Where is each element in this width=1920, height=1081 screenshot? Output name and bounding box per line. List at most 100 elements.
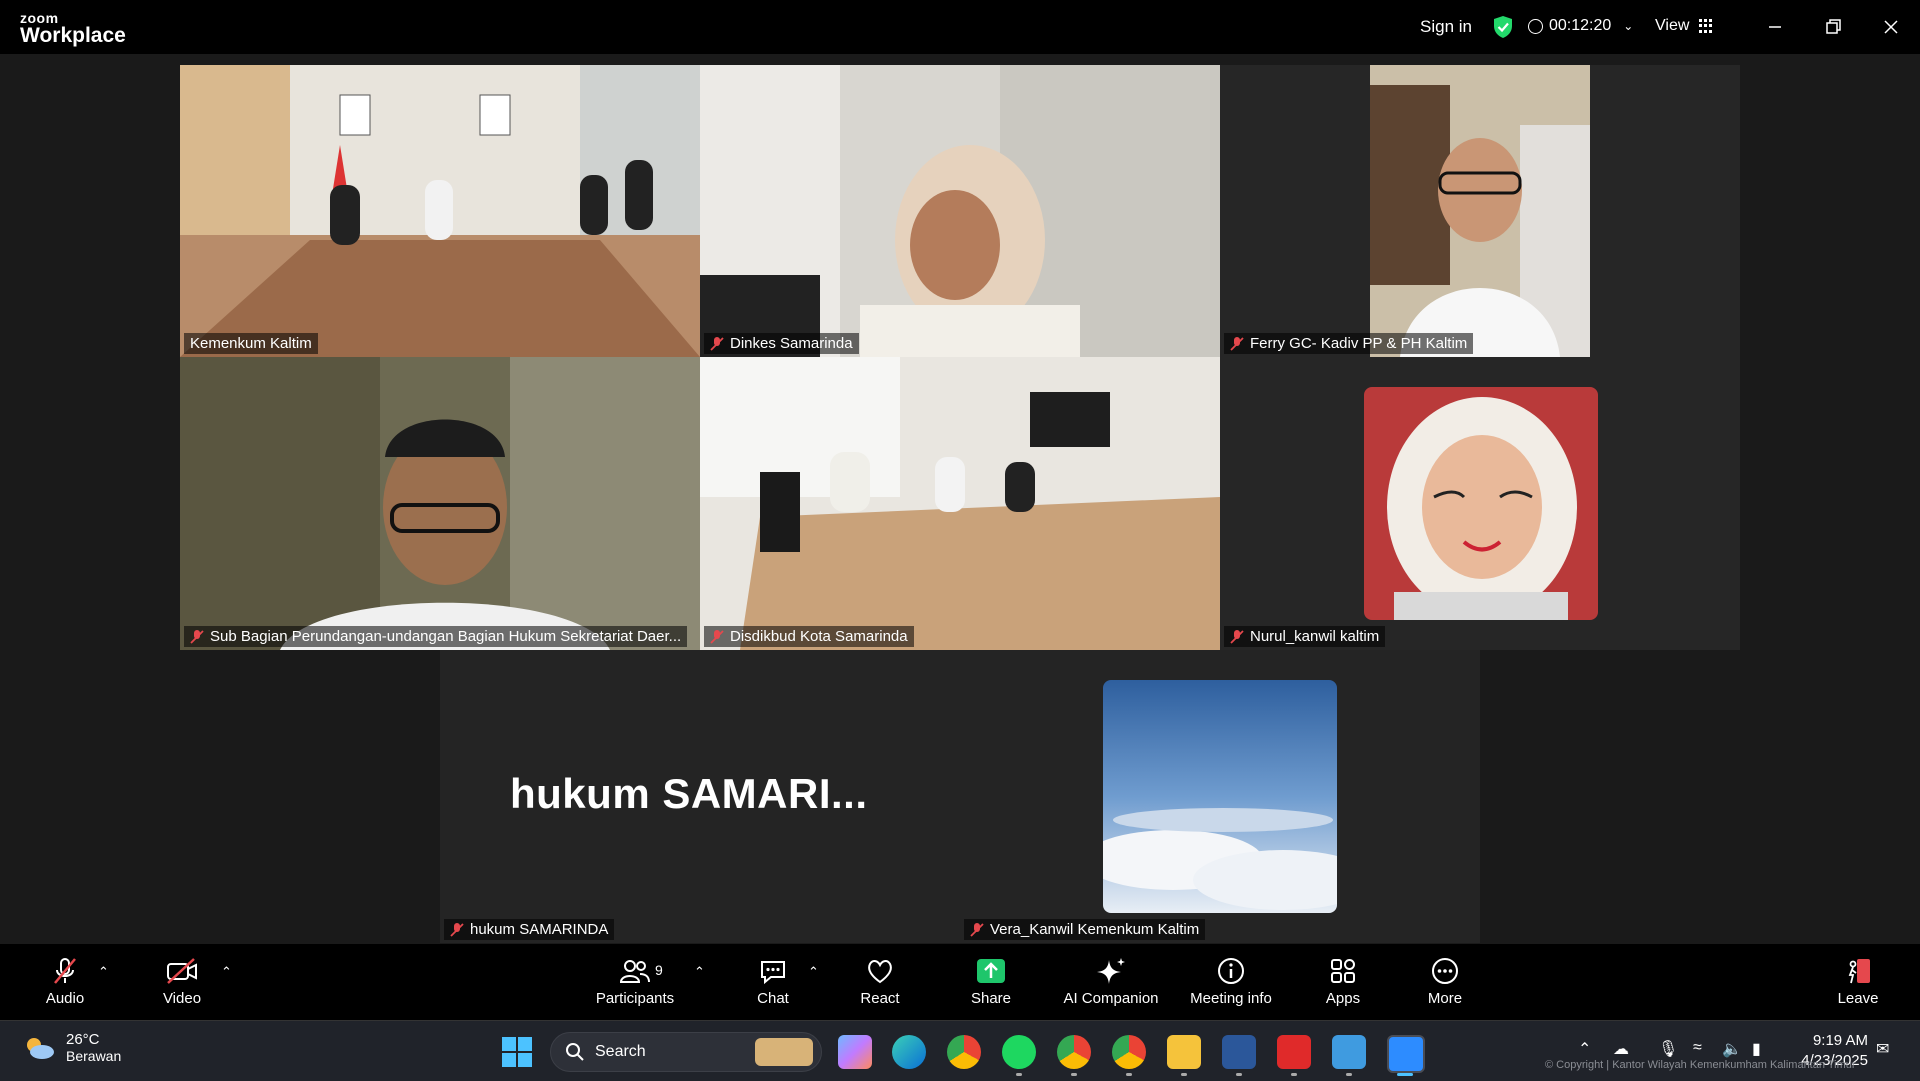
pdf-reader-icon[interactable] (1277, 1035, 1311, 1069)
volume-muted-icon[interactable]: 🔈 (1722, 1039, 1742, 1059)
sign-in-link[interactable]: Sign in (1420, 17, 1472, 37)
video-button[interactable]: Video (155, 944, 209, 1020)
edge-browser-icon[interactable] (892, 1035, 926, 1069)
participant-name-label: Vera_Kanwil Kemenkum Kaltim (964, 919, 1206, 940)
cloud-sun-icon (27, 1037, 54, 1059)
running-indicator (1016, 1073, 1022, 1076)
clock-time: 9:19 AM (1812, 1032, 1868, 1049)
apps-icon (1331, 959, 1355, 983)
title-bar: zoom Workplace Sign in 00:12:20 ⌄ View (0, 0, 1920, 54)
active-app-indicator (1397, 1073, 1413, 1076)
weather-description: Berawan (66, 1048, 122, 1064)
video-tile-disdikbud-samarinda[interactable]: Disdikbud Kota Samarinda (700, 357, 1220, 650)
onedrive-cloud-icon[interactable]: ☁ (1613, 1039, 1629, 1059)
audio-options-caret-icon[interactable]: ⌃ (98, 964, 109, 980)
video-feed-portrait (1370, 65, 1590, 357)
meeting-info-label: Meeting info (1190, 990, 1272, 1007)
video-tile-hukum-samarinda[interactable]: hukum SAMARI... hukum SAMARINDA (440, 650, 960, 943)
leave-button[interactable]: Leave (1835, 944, 1881, 1020)
more-button[interactable]: More (1422, 944, 1468, 1020)
taskbar-search-box[interactable]: Search (550, 1032, 822, 1072)
windows-start-icon[interactable] (502, 1037, 532, 1067)
video-options-caret-icon[interactable]: ⌃ (221, 964, 232, 980)
participant-name-label: Sub Bagian Perundangan-undangan Bagian H… (184, 626, 688, 647)
grid-view-icon (1699, 19, 1713, 33)
mic-muted-icon (450, 922, 464, 937)
video-feed-office (700, 65, 1220, 357)
chrome-icon[interactable] (947, 1035, 981, 1069)
audio-button[interactable]: Audio (40, 944, 90, 1020)
video-tile-kemenkum-kaltim[interactable]: Kemenkum Kaltim (180, 65, 700, 357)
mic-muted-icon (54, 958, 76, 984)
running-indicator (1126, 1073, 1132, 1076)
zoom-app-icon[interactable] (1387, 1035, 1425, 1073)
wifi-icon[interactable]: ≈ (1693, 1039, 1702, 1057)
chrome-profile-2-icon[interactable] (1112, 1035, 1146, 1069)
video-tile-ferry-gc[interactable]: Ferry GC- Kadiv PP & PH Kaltim (1220, 65, 1740, 357)
view-button[interactable]: View (1655, 17, 1713, 35)
encryption-shield-icon[interactable] (1492, 15, 1514, 39)
react-button[interactable]: React (855, 944, 905, 1020)
mic-muted-icon (190, 629, 204, 644)
profile-picture (1364, 387, 1598, 620)
video-tile-vera-kanwil[interactable]: Vera_Kanwil Kemenkum Kaltim (960, 650, 1480, 943)
video-feed-conference-room (180, 65, 700, 357)
search-placeholder: Search (595, 1043, 646, 1060)
participant-name-placeholder: hukum SAMARI... (510, 770, 868, 817)
react-label: React (860, 990, 900, 1007)
sparkle-icon (1097, 958, 1125, 984)
ai-companion-button[interactable]: AI Companion (1060, 944, 1162, 1020)
chat-bubble-icon (761, 961, 785, 985)
chrome-profile-icon[interactable] (1057, 1035, 1091, 1069)
share-label: Share (970, 990, 1012, 1007)
participant-name-label: Disdikbud Kota Samarinda (704, 626, 914, 647)
leave-label: Leave (1837, 990, 1879, 1007)
participants-button[interactable]: Participants (590, 944, 680, 1020)
notifications-icon[interactable]: ✉ (1876, 1039, 1889, 1059)
more-options-icon (1432, 958, 1458, 984)
spotify-icon[interactable] (1002, 1035, 1036, 1069)
running-indicator (1181, 1073, 1187, 1076)
show-hidden-icons-chevron-icon[interactable]: ⌃ (1578, 1039, 1591, 1059)
audio-label: Audio (45, 990, 85, 1007)
running-indicator (1236, 1073, 1242, 1076)
file-explorer-icon[interactable] (1167, 1035, 1201, 1069)
chat-label: Chat (757, 990, 789, 1007)
view-label: View (1655, 17, 1690, 34)
photos-app-icon[interactable] (1332, 1035, 1366, 1069)
minimize-window-icon[interactable] (1760, 12, 1790, 42)
video-tile-nurul-kanwil[interactable]: Nurul_kanwil kaltim (1220, 357, 1740, 650)
share-screen-icon (977, 959, 1005, 983)
participants-options-caret-icon[interactable]: ⌃ (694, 964, 705, 980)
profile-picture (1103, 680, 1337, 913)
battery-icon[interactable]: ▮ (1752, 1039, 1761, 1059)
participant-name-label: Ferry GC- Kadiv PP & PH Kaltim (1224, 333, 1474, 354)
mic-muted-icon (1230, 629, 1244, 644)
word-icon[interactable] (1222, 1035, 1256, 1069)
chat-button[interactable]: Chat (750, 944, 796, 1020)
participants-icon (619, 960, 650, 983)
info-icon (1218, 958, 1244, 984)
weather-widget[interactable]: 26°C Berawan (22, 1031, 121, 1064)
microphone-tray-icon[interactable]: 🎙 (1658, 1039, 1678, 1059)
mic-muted-icon (1230, 336, 1244, 351)
video-tile-dinkes-samarinda[interactable]: Dinkes Samarinda (700, 65, 1220, 357)
apps-button[interactable]: Apps (1320, 944, 1366, 1020)
leave-door-icon (1848, 959, 1870, 984)
meeting-timer[interactable]: 00:12:20 ⌄ (1528, 17, 1633, 35)
watermark-copyright: © Copyright | Kantor Wilayah Kemenkumham… (1545, 1059, 1856, 1071)
chat-options-caret-icon[interactable]: ⌃ (808, 964, 819, 980)
participant-name-label: Kemenkum Kaltim (184, 333, 318, 354)
share-button[interactable]: Share (965, 944, 1017, 1020)
copilot-icon[interactable] (838, 1035, 872, 1069)
meeting-info-button[interactable]: Meeting info (1183, 944, 1279, 1020)
video-feed-blurred-room (180, 357, 700, 650)
clock-icon (1528, 18, 1543, 34)
video-tile-sub-bagian-perundangan[interactable]: Sub Bagian Perundangan-undangan Bagian H… (180, 357, 700, 650)
close-window-icon[interactable] (1876, 12, 1906, 42)
ai-companion-label: AI Companion (1063, 990, 1159, 1007)
restore-window-icon[interactable] (1818, 12, 1848, 42)
camera-off-icon (167, 958, 197, 984)
video-feed-meeting-room (700, 357, 1220, 650)
running-indicator (1291, 1073, 1297, 1076)
